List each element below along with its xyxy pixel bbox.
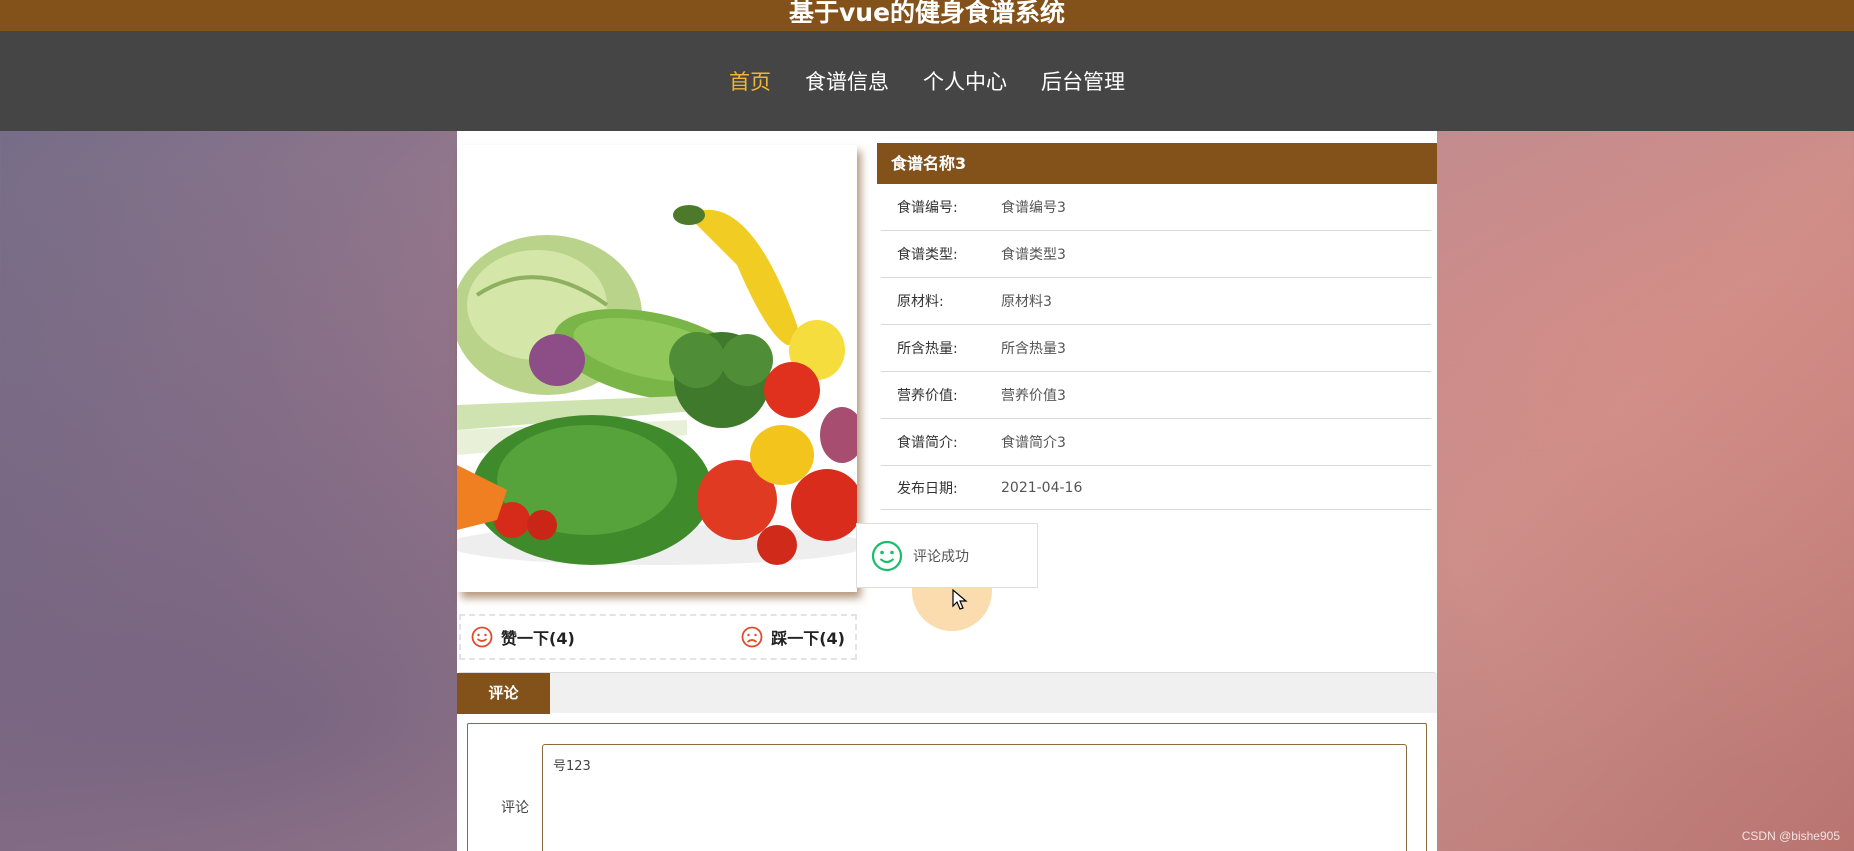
recipe-title: 食谱名称3	[877, 143, 1437, 184]
watermark: CSDN @bishe905	[1741, 829, 1840, 843]
info-value: 所含热量3	[1001, 341, 1066, 357]
info-label: 所含热量:	[897, 341, 958, 357]
comment-tab-bar: 评论	[457, 672, 1437, 714]
recipe-image	[457, 145, 857, 592]
info-row: 食谱简介: 食谱简介3	[881, 419, 1431, 466]
info-value: 2021-04-16	[1001, 479, 1083, 496]
info-row: 发布日期: 2021-04-16	[881, 466, 1431, 510]
info-label: 食谱简介:	[897, 435, 958, 451]
frown-icon	[741, 626, 763, 648]
vote-bar: 赞一下(4) 踩一下(4)	[459, 614, 857, 660]
mouse-cursor-icon	[952, 589, 968, 610]
info-row: 食谱编号: 食谱编号3	[881, 184, 1431, 231]
info-value: 食谱简介3	[1001, 435, 1066, 451]
info-label: 营养价值:	[897, 388, 958, 404]
info-value: 营养价值3	[1001, 388, 1066, 404]
like-label: 赞一下(4)	[501, 629, 575, 648]
success-smile-icon	[871, 540, 903, 571]
success-toast: 评论成功	[856, 523, 1038, 588]
recipe-detail-container: 赞一下(4) 踩一下(4) 食谱名称3 食谱编号: 食谱编号3 食谱类型: 食谱…	[457, 131, 1437, 851]
info-row: 原材料: 原材料3	[881, 278, 1431, 325]
site-title: 基于vue的健身食谱系统	[788, 0, 1066, 27]
like-button[interactable]: 赞一下(4)	[471, 625, 575, 649]
smile-icon	[471, 626, 493, 648]
info-row: 营养价值: 营养价值3	[881, 372, 1431, 419]
vegetables-illustration	[457, 145, 857, 592]
comment-form: 评论 号123	[467, 723, 1427, 851]
info-row: 所含热量: 所含热量3	[881, 325, 1431, 372]
tab-comment[interactable]: 评论	[457, 673, 550, 714]
comment-label: 评论	[501, 800, 529, 816]
info-value: 食谱编号3	[1001, 200, 1066, 216]
info-label: 食谱类型:	[897, 247, 958, 263]
info-value: 原材料3	[1001, 294, 1052, 310]
comment-textarea[interactable]: 号123	[542, 744, 1407, 851]
nav-item-recipes[interactable]: 食谱信息	[795, 60, 899, 102]
info-value: 食谱类型3	[1001, 247, 1066, 263]
site-title-bar: 基于vue的健身食谱系统	[0, 0, 1854, 31]
main-nav: 首页 食谱信息 个人中心 后台管理	[0, 31, 1854, 131]
dislike-button[interactable]: 踩一下(4)	[741, 625, 845, 649]
info-row: 食谱类型: 食谱类型3	[881, 231, 1431, 278]
nav-item-profile[interactable]: 个人中心	[913, 60, 1017, 102]
info-label: 发布日期:	[897, 480, 958, 497]
dislike-label: 踩一下(4)	[771, 629, 845, 648]
toast-message: 评论成功	[913, 548, 969, 565]
recipe-info-panel: 食谱名称3 食谱编号: 食谱编号3 食谱类型: 食谱类型3 原材料: 原材料3 …	[877, 143, 1437, 510]
nav-item-admin[interactable]: 后台管理	[1031, 60, 1135, 102]
info-label: 食谱编号:	[897, 200, 958, 216]
nav-item-home[interactable]: 首页	[719, 60, 781, 102]
info-label: 原材料:	[897, 294, 944, 310]
